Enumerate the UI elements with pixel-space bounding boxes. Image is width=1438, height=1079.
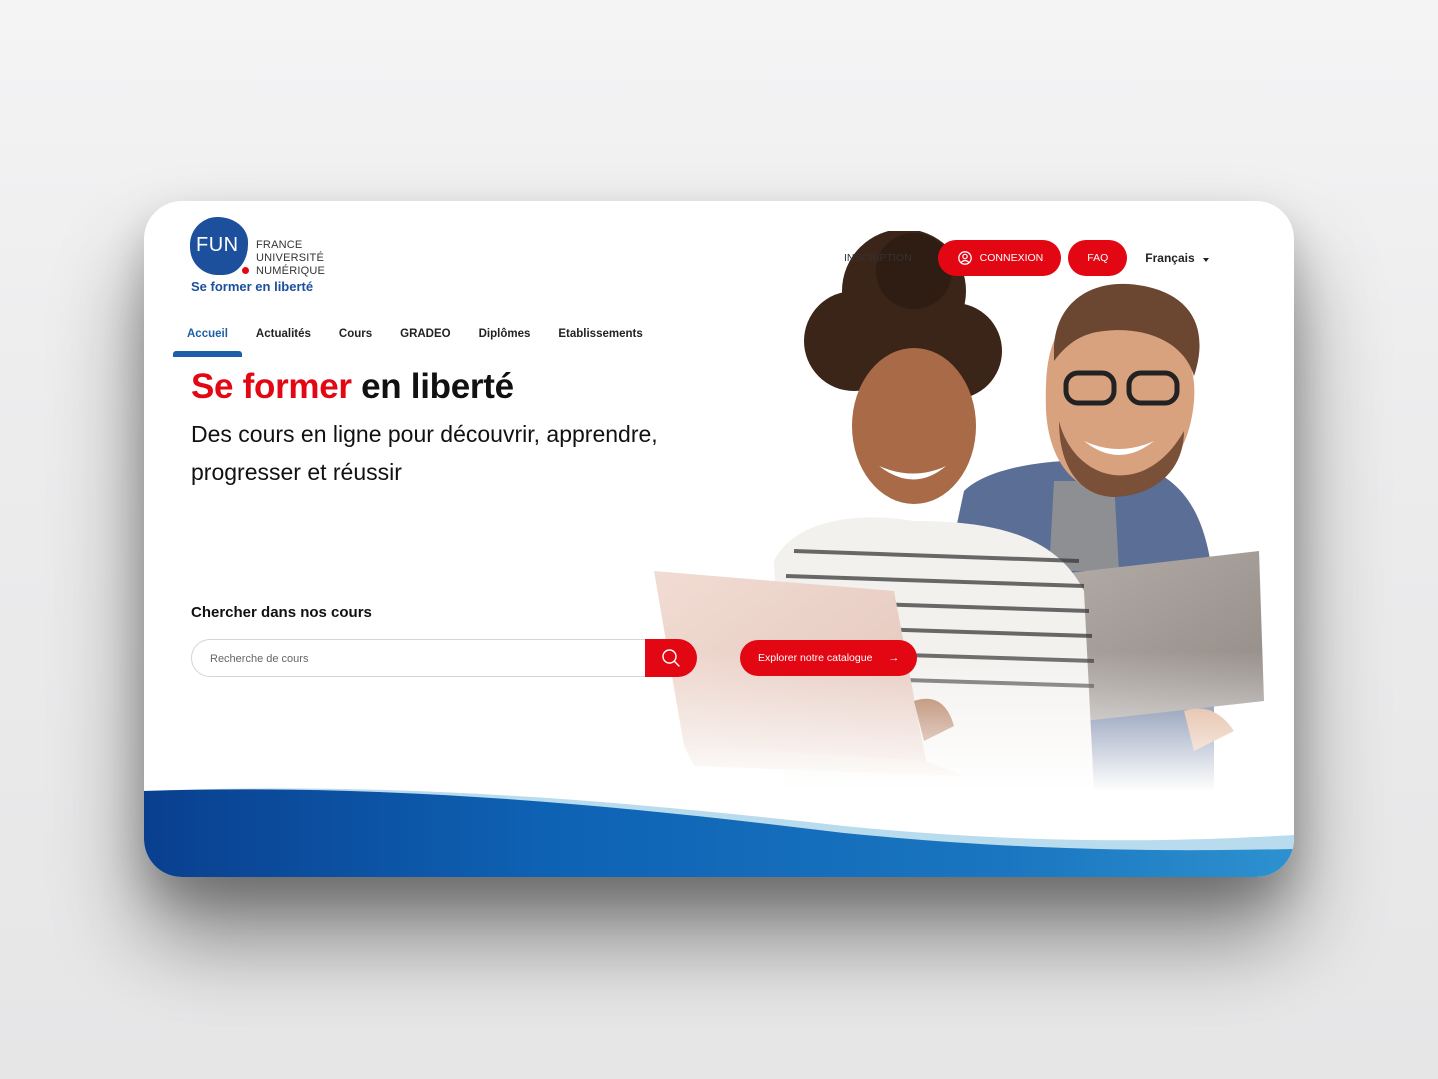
hero-people-illustration bbox=[494, 231, 1284, 791]
hero-title: Se former en liberté bbox=[191, 367, 514, 407]
explore-label: Explorer notre catalogue bbox=[758, 652, 873, 664]
logo-dot bbox=[242, 267, 249, 274]
search-icon bbox=[662, 649, 680, 667]
connexion-button[interactable]: CONNEXION bbox=[937, 240, 1062, 276]
user-icon bbox=[957, 251, 972, 265]
explore-catalogue-button[interactable]: Explorer notre catalogue → bbox=[740, 640, 918, 676]
faq-label: FAQ bbox=[1087, 252, 1109, 264]
arrow-right-icon: → bbox=[888, 652, 900, 664]
nav-item-cours[interactable]: Cours bbox=[325, 319, 386, 354]
logo-line-2: UNIVERSITÉ bbox=[256, 252, 325, 264]
hero-title-red: Se former bbox=[191, 367, 352, 406]
connexion-label: CONNEXION bbox=[979, 252, 1044, 264]
hero-subtitle: Des cours en ligne pour découvrir, appre… bbox=[191, 421, 658, 485]
language-selector[interactable]: Français bbox=[1145, 251, 1209, 265]
bottom-wave bbox=[144, 788, 1294, 877]
nav-item-accueil[interactable]: Accueil bbox=[173, 319, 242, 357]
fun-logo[interactable]: FUN FRANCE UNIVERSITÉ NUMÉRIQUE Se forme… bbox=[190, 217, 330, 297]
logo-tagline: Se former en liberté bbox=[191, 279, 314, 294]
main-nav: Accueil Actualités Cours GRADEO Diplômes… bbox=[173, 319, 657, 357]
logo-line-1: FRANCE bbox=[256, 239, 303, 251]
nav-item-gradeo[interactable]: GRADEO bbox=[386, 319, 464, 354]
logo-words: FRANCE UNIVERSITÉ NUMÉRIQUE bbox=[256, 239, 325, 278]
caret-down-icon bbox=[1202, 257, 1209, 262]
inscription-link[interactable]: INSCRIPTION bbox=[844, 252, 912, 264]
faq-button[interactable]: FAQ bbox=[1068, 240, 1128, 276]
search-box bbox=[191, 639, 697, 678]
nav-item-diplomes[interactable]: Diplômes bbox=[465, 319, 545, 354]
search-input[interactable] bbox=[192, 640, 662, 678]
hero-title-black: en liberté bbox=[351, 367, 514, 406]
search-label: Chercher dans nos cours bbox=[191, 604, 372, 621]
language-label: Français bbox=[1145, 251, 1195, 265]
nav-item-actualites[interactable]: Actualités bbox=[242, 319, 325, 354]
search-button[interactable] bbox=[645, 639, 697, 677]
logo-line-3: NUMÉRIQUE bbox=[256, 265, 326, 277]
logo-mark: FUN bbox=[196, 234, 239, 256]
page-card: FUN FRANCE UNIVERSITÉ NUMÉRIQUE Se forme… bbox=[144, 201, 1294, 877]
nav-item-etablissements[interactable]: Etablissements bbox=[544, 319, 656, 354]
top-bar: INSCRIPTION CONNEXION FAQ Français bbox=[844, 240, 1209, 276]
